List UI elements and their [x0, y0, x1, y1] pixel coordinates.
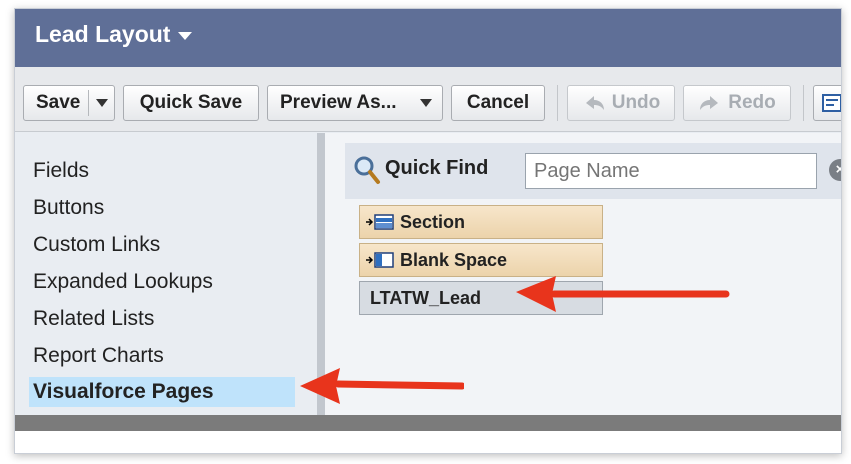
chevron-down-icon[interactable] [96, 99, 108, 107]
cancel-label: Cancel [466, 92, 530, 113]
sidebar-item-related-lists[interactable]: Related Lists [33, 307, 154, 331]
sidebar-item-custom-links[interactable]: Custom Links [33, 233, 160, 257]
blank-space-icon [366, 252, 394, 268]
sidebar-item-visualforce-pages[interactable]: Visualforce Pages [29, 377, 295, 407]
redo-label: Redo [728, 92, 776, 113]
sidebar-item-fields[interactable]: Fields [33, 159, 89, 183]
section-icon [366, 214, 394, 230]
layout-title[interactable]: Lead Layout [35, 21, 193, 48]
palette-item-label: Section [400, 212, 466, 232]
quick-find-input[interactable] [525, 153, 817, 189]
properties-icon [822, 94, 841, 112]
cancel-button[interactable]: Cancel [451, 85, 545, 121]
preview-as-button[interactable]: Preview As... [267, 85, 443, 121]
save-label: Save [36, 92, 81, 113]
redo-icon [700, 96, 719, 110]
toolbar-separator [557, 85, 558, 121]
annotation-arrow [300, 368, 464, 404]
undo-icon [585, 96, 604, 110]
quick-save-label: Quick Save [139, 92, 243, 113]
layout-title-text: Lead Layout [35, 21, 171, 47]
sidebar-item-report-charts[interactable]: Report Charts [33, 344, 164, 368]
save-button[interactable]: Save [23, 85, 115, 121]
title-bar: Lead Layout [15, 9, 841, 67]
undo-label: Undo [611, 92, 661, 113]
bottom-divider-bar [15, 415, 841, 431]
sidebar-item-expanded-lookups[interactable]: Expanded Lookups [33, 270, 213, 294]
quick-save-button[interactable]: Quick Save [123, 85, 259, 121]
chevron-down-icon [420, 99, 432, 107]
save-split-divider [88, 90, 89, 116]
search-icon [354, 156, 380, 184]
layout-canvas-edge [15, 431, 841, 453]
clear-icon[interactable]: × [829, 159, 841, 181]
preview-as-label: Preview As... [280, 92, 397, 113]
chevron-down-icon [178, 31, 193, 40]
quick-find-bar: Quick Find × [345, 143, 841, 199]
palette-item-section[interactable]: Section [359, 205, 603, 239]
sidebar-item-buttons[interactable]: Buttons [33, 196, 104, 220]
annotation-arrow [516, 276, 730, 312]
toolbar-separator [803, 85, 804, 121]
palette-item-label: LTATW_Lead [370, 288, 481, 308]
palette-item-label: Blank Space [400, 250, 508, 270]
layout-properties-button[interactable] [813, 85, 841, 121]
toolbar: Save Quick Save Preview As... Cancel Und… [15, 67, 841, 132]
redo-button[interactable]: Redo [683, 85, 791, 121]
palette-category-list: Fields Buttons Custom Links Expanded Loo… [15, 133, 317, 415]
quick-find-label: Quick Find [385, 157, 489, 179]
undo-button[interactable]: Undo [567, 85, 675, 121]
